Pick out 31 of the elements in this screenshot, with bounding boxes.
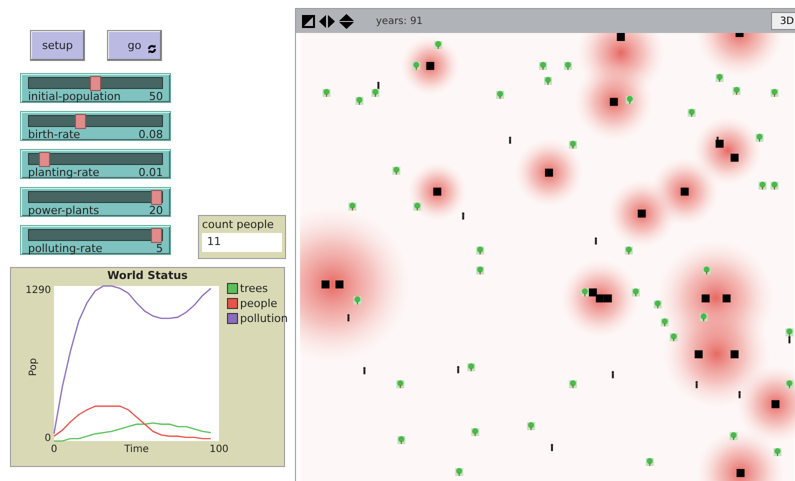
slider-label: birth-rate [28, 128, 80, 141]
legend-label: people [240, 297, 278, 310]
slider-widget[interactable]: polluting-rate 5 [20, 225, 171, 255]
slider-label: power-plants [28, 204, 100, 217]
axis-label: Pop [28, 358, 38, 377]
tick-label: 1290 [26, 285, 51, 296]
slider-widget[interactable]: initial-population 50 [20, 73, 171, 103]
slider-value: 0.01 [138, 166, 163, 179]
slider-value: 20 [149, 204, 163, 217]
slider-value: 0.08 [138, 128, 163, 141]
slider-label: polluting-rate [28, 242, 102, 255]
slider-value: 5 [156, 242, 163, 255]
monitor-label: count people [202, 218, 275, 231]
monitor-value: 11 [202, 233, 282, 252]
legend-label: trees [240, 282, 268, 295]
3d-view-button[interactable]: 3D [770, 12, 795, 30]
slider-widget[interactable]: power-plants 20 [20, 187, 171, 217]
tick-label: 0 [44, 433, 51, 444]
plot-title: World Status [106, 269, 189, 282]
axis-label: Time [124, 444, 149, 455]
legend-label: pollution [240, 312, 288, 325]
slider-label: initial-population [28, 90, 121, 103]
tick-label: 0 [50, 444, 58, 455]
model-button[interactable]: go [107, 30, 162, 61]
tick-counter: years: 91 [376, 16, 423, 26]
slider-widget[interactable]: planting-rate 0.01 [20, 149, 171, 179]
slider-label: planting-rate [28, 166, 100, 179]
slider-widget[interactable]: birth-rate 0.08 [20, 111, 171, 141]
slider-value: 50 [149, 90, 163, 103]
tick-label: 100 [209, 444, 229, 455]
model-button[interactable]: setup [30, 30, 85, 61]
